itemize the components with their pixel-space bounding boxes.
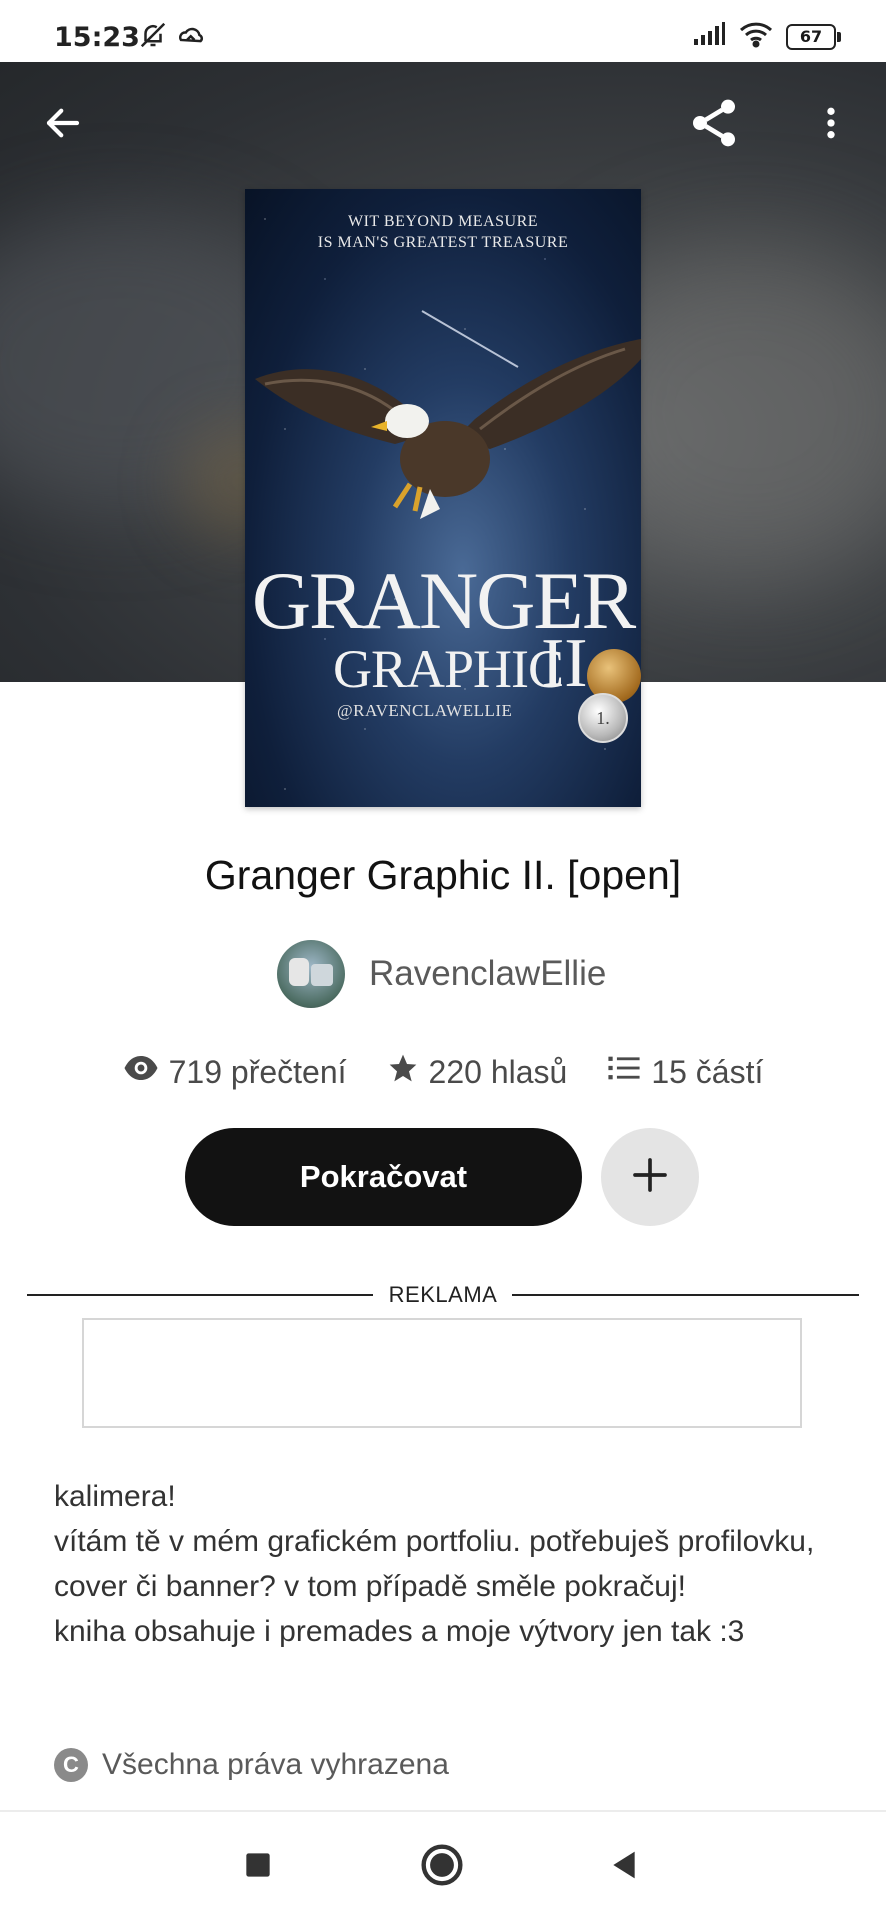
share-button[interactable]	[684, 95, 744, 155]
copyright-label: Všechna práva vyhrazena	[102, 1748, 449, 1781]
more-vertical-icon	[811, 101, 851, 150]
more-options-button[interactable]	[801, 95, 861, 155]
cover-subtitle: GRAPHIC	[333, 639, 564, 699]
star-icon	[387, 1052, 419, 1092]
status-time: 15:23	[54, 22, 140, 53]
battery-icon: 67	[786, 23, 841, 50]
arrow-left-icon	[42, 102, 84, 149]
book-title: Granger Graphic II. [open]	[204, 852, 682, 898]
back-button[interactable]	[33, 95, 93, 155]
cover-numeral: II	[541, 625, 588, 702]
votes-count: 220 hlasů	[428, 1053, 568, 1090]
author-link[interactable]: RavenclawEllie	[277, 940, 606, 1008]
parts-stat: 15 částí	[607, 1052, 763, 1092]
circle-home-icon	[420, 1843, 464, 1892]
status-right: 67	[692, 20, 841, 53]
recents-button[interactable]	[223, 1832, 293, 1902]
ad-slot[interactable]	[82, 1318, 802, 1428]
copyright-icon: C	[54, 1748, 88, 1782]
status-left-icons	[138, 20, 208, 55]
wifi-icon	[738, 20, 774, 53]
triangle-back-icon	[608, 1849, 640, 1886]
description-line: vítám tě v mém grafickém portfoliu. potř…	[54, 1525, 815, 1603]
cover-quote-line-2: IS MAN'S GREATEST TREASURE	[317, 234, 569, 251]
signal-icon	[692, 21, 726, 52]
system-nav-bar	[0, 1812, 886, 1920]
eagle-illustration	[255, 339, 641, 519]
continue-reading-button[interactable]: Pokračovat	[185, 1128, 582, 1226]
plus-icon	[630, 1155, 670, 1200]
description-line: kniha obsahuje i premades a moje výtvory…	[54, 1615, 745, 1648]
share-icon	[686, 95, 742, 156]
book-stats: 719 přečtení 220 hlasů 15 částí	[0, 1052, 886, 1092]
cover-handle: @RAVENCLAWELLIE	[337, 701, 513, 720]
cover-quote-line-1: WIT BEYOND MEASURE	[347, 213, 539, 230]
eye-icon	[123, 1053, 159, 1091]
copyright-notice: C Všechna práva vyhrazena	[54, 1748, 449, 1782]
description-line: kalimera!	[54, 1480, 176, 1513]
reads-count: 719 přečtení	[168, 1053, 347, 1090]
book-description: kalimera! vítám tě v mém grafickém portf…	[54, 1474, 844, 1654]
home-button[interactable]	[407, 1832, 477, 1902]
status-bar: 15:23 67	[0, 0, 886, 62]
book-cover[interactable]: WIT BEYOND MEASURE IS MAN'S GREATEST TRE…	[245, 189, 641, 807]
square-recents-icon	[244, 1851, 272, 1884]
votes-stat: 220 hlasů	[387, 1052, 568, 1092]
add-to-library-button[interactable]	[601, 1128, 699, 1226]
cloud-weather-icon	[176, 20, 208, 55]
silver-award-badge: 1.	[578, 693, 628, 743]
list-icon	[607, 1053, 641, 1091]
parts-count: 15 částí	[651, 1053, 764, 1090]
cover-quote: WIT BEYOND MEASURE IS MAN'S GREATEST TRE…	[245, 211, 641, 253]
avatar	[277, 940, 345, 1008]
back-nav-button[interactable]	[589, 1832, 659, 1902]
reads-stat: 719 přečtení	[123, 1052, 347, 1092]
bell-off-icon	[138, 20, 168, 55]
ad-label: REKLAMA	[388, 1282, 498, 1307]
author-name: RavenclawEllie	[369, 954, 607, 993]
